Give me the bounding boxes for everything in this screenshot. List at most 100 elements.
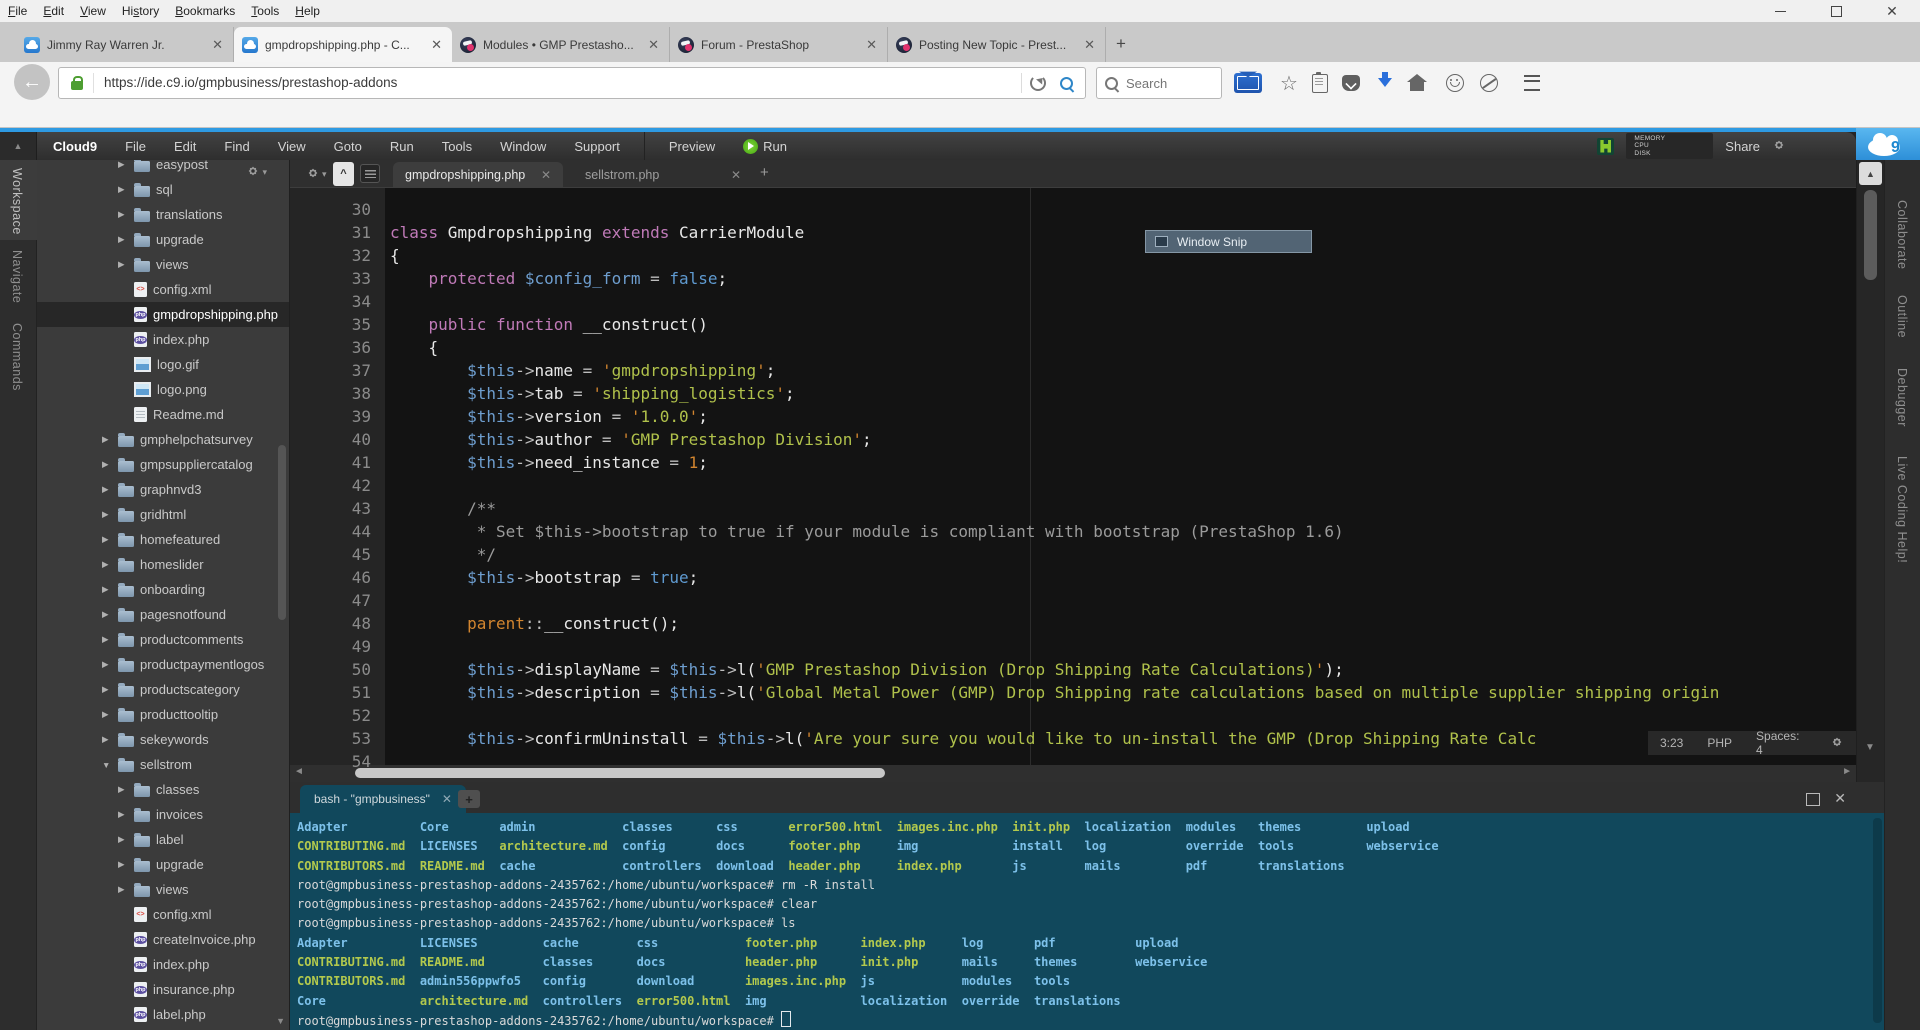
- terminal-maximize-icon[interactable]: [1806, 793, 1820, 806]
- tree-item-index.php[interactable]: index.php: [37, 952, 289, 977]
- new-terminal-button[interactable]: +: [458, 790, 480, 808]
- tree-item-views[interactable]: ▶views: [37, 877, 289, 902]
- tree-item-translations[interactable]: ▶translations: [37, 202, 289, 227]
- back-button[interactable]: ←: [14, 64, 50, 100]
- ide-menu-support[interactable]: Support: [560, 139, 634, 154]
- editor-tab-sellstrom.php[interactable]: sellstrom.php✕: [573, 162, 753, 188]
- tab-close-icon[interactable]: ✕: [864, 37, 879, 53]
- tree-item-homefeatured[interactable]: ▶homefeatured: [37, 527, 289, 552]
- browser-tab-1[interactable]: Jimmy Ray Warren Jr.✕: [16, 27, 234, 62]
- tree-item-config.xml[interactable]: config.xml: [37, 902, 289, 927]
- editor-vertical-scrollbar[interactable]: ▲ ▼: [1856, 160, 1884, 782]
- pocket-icon[interactable]: [1342, 72, 1360, 94]
- tree-item-upgrade[interactable]: ▶upgrade: [37, 852, 289, 877]
- tab-live-coding-help[interactable]: Live Coding Help!: [1895, 456, 1909, 563]
- chevron-right-icon[interactable]: ▶: [102, 484, 112, 495]
- tree-item-config.xml[interactable]: config.xml: [37, 277, 289, 302]
- tree-item-invoices[interactable]: ▶invoices: [37, 802, 289, 827]
- download-icon[interactable]: [1378, 72, 1392, 94]
- tab-collaborate[interactable]: Collaborate: [1895, 200, 1909, 269]
- search-input[interactable]: [1124, 75, 1208, 92]
- preview-button[interactable]: Preview: [655, 139, 729, 154]
- chevron-right-icon[interactable]: ▶: [102, 684, 112, 695]
- editor-tab-gmpdropshipping.php[interactable]: gmpdropshipping.php✕: [393, 162, 563, 188]
- mail-icon[interactable]: [1234, 72, 1262, 94]
- tree-item-sql[interactable]: ▶sql: [37, 177, 289, 202]
- tree-settings-gear-icon[interactable]: ▾: [246, 164, 267, 180]
- new-tab-button[interactable]: +: [1116, 34, 1126, 54]
- tab-close-icon[interactable]: ✕: [210, 37, 225, 53]
- tab-commands[interactable]: Commands: [10, 323, 24, 391]
- ide-collapse-button[interactable]: ▲: [0, 132, 37, 160]
- maximize-button[interactable]: [1808, 0, 1864, 22]
- chevron-right-icon[interactable]: ▶: [118, 884, 128, 895]
- tree-item-gmpdropshipping.php[interactable]: gmpdropshipping.php: [37, 302, 289, 327]
- tree-item-createInvoice.php[interactable]: createInvoice.php: [37, 927, 289, 952]
- browser-tab-4[interactable]: Forum - PrestaShop✕: [670, 27, 888, 62]
- tree-item-Readme.md[interactable]: Readme.md: [37, 402, 289, 427]
- tree-item-homeslider[interactable]: ▶homeslider: [37, 552, 289, 577]
- chevron-right-icon[interactable]: ▶: [102, 734, 112, 745]
- tree-item-graphnvd3[interactable]: ▶graphnvd3: [37, 477, 289, 502]
- tree-item-sekeywords[interactable]: ▶sekeywords: [37, 727, 289, 752]
- tree-item-producttooltip[interactable]: ▶producttooltip: [37, 702, 289, 727]
- url-bar[interactable]: https://ide.c9.io/gmpbusiness/prestashop…: [58, 67, 1086, 99]
- terminal-tab[interactable]: bash - "gmpbusiness" ✕: [300, 785, 466, 813]
- settings-gear-icon[interactable]: [1772, 138, 1786, 155]
- chevron-right-icon[interactable]: ▶: [118, 160, 128, 170]
- browser-tab-2[interactable]: gmpdropshipping.php - C...✕: [234, 27, 452, 62]
- tab-close-icon[interactable]: ✕: [541, 168, 551, 182]
- chevron-right-icon[interactable]: ▶: [102, 634, 112, 645]
- tree-item-upgrade[interactable]: ▶upgrade: [37, 227, 289, 252]
- share-button[interactable]: Share: [1725, 139, 1760, 154]
- spaces-setting[interactable]: Spaces: 4: [1756, 729, 1806, 757]
- chevron-right-icon[interactable]: ▶: [102, 534, 112, 545]
- menu-view[interactable]: View: [72, 4, 114, 18]
- collapse-up-button[interactable]: ^: [333, 162, 354, 186]
- smiley-icon[interactable]: [1446, 72, 1464, 94]
- menu-file[interactable]: File: [0, 4, 35, 18]
- ide-menu-window[interactable]: Window: [486, 139, 560, 154]
- ide-menu-tools[interactable]: Tools: [428, 139, 486, 154]
- ide-menu-view[interactable]: View: [264, 139, 320, 154]
- bookmark-star-icon[interactable]: ☆: [1280, 72, 1298, 94]
- syntax-mode[interactable]: PHP: [1707, 736, 1732, 750]
- browser-tab-5[interactable]: Posting New Topic - Prest...✕: [888, 27, 1106, 62]
- terminal-tab-close-icon[interactable]: ✕: [442, 792, 452, 806]
- hamburger-menu-icon[interactable]: [1524, 72, 1540, 94]
- ide-menu-goto[interactable]: Goto: [320, 139, 376, 154]
- sketch-icon[interactable]: [1480, 72, 1498, 94]
- tab-workspace[interactable]: Workspace: [10, 168, 24, 235]
- tree-item-label[interactable]: ▶label: [37, 827, 289, 852]
- cursor-position[interactable]: 3:23: [1660, 736, 1683, 750]
- chevron-right-icon[interactable]: ▶: [102, 459, 112, 470]
- terminal-close-icon[interactable]: ✕: [1834, 790, 1846, 807]
- minimize-button[interactable]: [1752, 0, 1808, 22]
- chevron-right-icon[interactable]: ▶: [118, 234, 128, 245]
- tree-item-insurance.php[interactable]: insurance.php: [37, 977, 289, 1002]
- tree-item-classes[interactable]: ▶classes: [37, 777, 289, 802]
- tree-item-productscategory[interactable]: ▶productscategory: [37, 677, 289, 702]
- chevron-down-icon[interactable]: ▼: [102, 760, 112, 770]
- tab-debugger[interactable]: Debugger: [1895, 368, 1909, 427]
- ide-menu-edit[interactable]: Edit: [160, 139, 210, 154]
- editor-gear-icon[interactable]: ▾: [306, 166, 327, 182]
- reload-icon[interactable]: [1030, 75, 1046, 91]
- run-button[interactable]: Run: [729, 139, 801, 154]
- tree-item-gmphelpchatsurvey[interactable]: ▶gmphelpchatsurvey: [37, 427, 289, 452]
- tree-item-logo.png[interactable]: logo.png: [37, 377, 289, 402]
- search-icon[interactable]: [1060, 77, 1073, 90]
- chevron-right-icon[interactable]: ▶: [102, 559, 112, 570]
- menu-edit[interactable]: Edit: [35, 4, 72, 18]
- tree-scroll-down-icon[interactable]: ▼: [276, 1016, 285, 1026]
- chevron-right-icon[interactable]: ▶: [118, 834, 128, 845]
- chevron-right-icon[interactable]: ▶: [102, 609, 112, 620]
- chevron-right-icon[interactable]: ▶: [118, 784, 128, 795]
- chevron-right-icon[interactable]: ▶: [118, 184, 128, 195]
- new-editor-tab-button[interactable]: +: [760, 164, 769, 181]
- window-snip-overlay[interactable]: Window Snip: [1145, 230, 1312, 253]
- terminal-output[interactable]: Adapter Core admin classes css error500.…: [290, 813, 1884, 1030]
- home-icon[interactable]: [1410, 72, 1424, 94]
- tree-item-views[interactable]: ▶views: [37, 252, 289, 277]
- ide-brand[interactable]: Cloud9: [53, 139, 97, 154]
